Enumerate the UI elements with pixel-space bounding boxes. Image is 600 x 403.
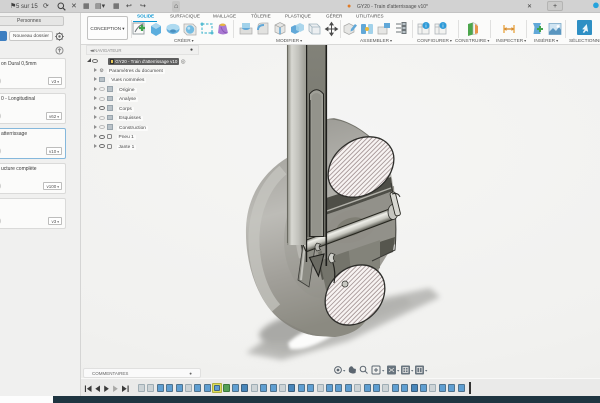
svg-text:i: i (442, 24, 443, 30)
svg-text:i: i (425, 24, 426, 30)
